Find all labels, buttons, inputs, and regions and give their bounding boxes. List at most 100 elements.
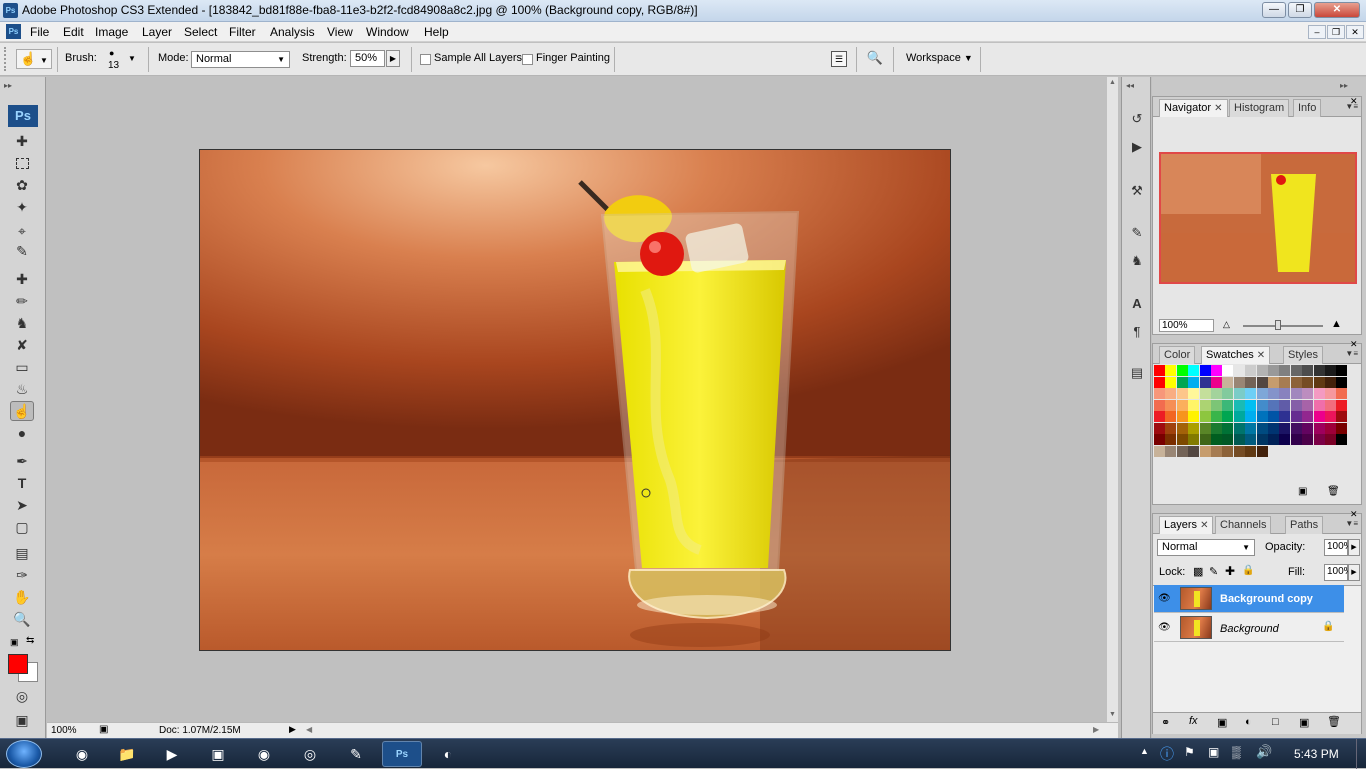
- color-swatch[interactable]: [1222, 422, 1234, 434]
- color-swatch[interactable]: [1176, 399, 1188, 411]
- fill-slider-button[interactable]: ▶: [1348, 564, 1360, 581]
- history-brush-tool-icon[interactable]: ✘: [10, 335, 34, 355]
- tool-presets-icon[interactable]: ⚒: [1127, 181, 1147, 201]
- trash-icon[interactable]: 🗑: [1327, 486, 1340, 497]
- color-swatch[interactable]: [1290, 388, 1302, 399]
- color-swatch[interactable]: [1165, 445, 1177, 457]
- color-swatch[interactable]: [1188, 445, 1200, 457]
- color-swatch[interactable]: [1279, 365, 1291, 376]
- opacity-slider-button[interactable]: ▶: [1348, 539, 1360, 556]
- color-swatch[interactable]: [1154, 399, 1165, 411]
- media-player-icon[interactable]: ▶: [152, 741, 192, 767]
- bridge-icon[interactable]: 🔍: [864, 50, 886, 68]
- character-icon[interactable]: A: [1127, 293, 1147, 313]
- blend-mode-select[interactable]: Normal ▼: [1157, 539, 1255, 556]
- finger-painting-checkbox[interactable]: [522, 54, 533, 65]
- color-swatch[interactable]: [1290, 376, 1302, 388]
- color-swatch[interactable]: [1188, 434, 1200, 445]
- color-swatch[interactable]: [1222, 399, 1234, 411]
- tab-channels[interactable]: Channels: [1215, 516, 1272, 534]
- zoom-slider-thumb[interactable]: [1275, 320, 1281, 330]
- color-swatch[interactable]: [1165, 422, 1177, 434]
- color-swatch[interactable]: [1176, 376, 1188, 388]
- color-swatch[interactable]: [1313, 399, 1325, 411]
- menu-edit[interactable]: Edit: [63, 25, 84, 39]
- scroll-left-icon[interactable]: ◀: [306, 725, 312, 734]
- color-swatch[interactable]: [1233, 376, 1245, 388]
- rectangle-tool-icon[interactable]: ▢: [10, 517, 34, 537]
- eyedropper-tool-icon[interactable]: ✑: [10, 565, 34, 585]
- lock-image-icon[interactable]: ✎: [1209, 565, 1218, 578]
- eraser-tool-icon[interactable]: ▭: [10, 357, 34, 377]
- scroll-right-icon[interactable]: ▶: [1093, 725, 1099, 734]
- document-image[interactable]: [199, 149, 951, 651]
- color-swatch[interactable]: [1336, 422, 1348, 434]
- color-swatch[interactable]: [1199, 411, 1211, 422]
- color-swatch[interactable]: [1211, 388, 1222, 399]
- color-swatch[interactable]: [1199, 422, 1211, 434]
- strength-input[interactable]: 50%: [350, 50, 385, 67]
- color-swatch[interactable]: [1313, 365, 1325, 376]
- color-swatch[interactable]: [1154, 434, 1165, 445]
- status-icon[interactable]: ▣: [99, 724, 108, 735]
- color-swatch[interactable]: [1222, 365, 1234, 376]
- layer-style-icon[interactable]: fx: [1189, 715, 1198, 727]
- color-swatch[interactable]: [1233, 434, 1245, 445]
- lock-position-icon[interactable]: ✚: [1225, 564, 1235, 578]
- close-icon[interactable]: ✕: [1350, 339, 1358, 350]
- color-swatch[interactable]: [1279, 411, 1291, 422]
- color-swatch[interactable]: [1290, 422, 1302, 434]
- color-swatch[interactable]: [1279, 399, 1291, 411]
- menu-window[interactable]: Window: [366, 25, 409, 39]
- panel-menu-icon[interactable]: ▼≡: [1345, 349, 1358, 358]
- color-swatch[interactable]: [1268, 376, 1279, 388]
- options-grip[interactable]: [4, 47, 10, 71]
- layer-row-background[interactable]: 👁 Background 🔒: [1154, 614, 1344, 642]
- clone-source-icon[interactable]: ♞: [1127, 251, 1147, 271]
- color-swatch[interactable]: [1154, 376, 1165, 388]
- zoom-in-icon[interactable]: ▲: [1331, 318, 1342, 330]
- color-swatch[interactable]: [1188, 399, 1200, 411]
- adjustment-layer-icon[interactable]: ◐: [1245, 716, 1252, 728]
- color-swatch[interactable]: [1233, 445, 1245, 457]
- zoom-tool-icon[interactable]: 🔍: [10, 609, 34, 629]
- path-selection-tool-icon[interactable]: ➤: [10, 495, 34, 515]
- color-swatch[interactable]: [1256, 399, 1268, 411]
- color-swatch[interactable]: [1268, 434, 1279, 445]
- color-swatch[interactable]: [1199, 388, 1211, 399]
- color-swatch[interactable]: [1245, 411, 1257, 422]
- color-swatch[interactable]: [1199, 434, 1211, 445]
- firefox-icon[interactable]: ◉: [244, 741, 284, 767]
- color-swatch[interactable]: [1336, 376, 1348, 388]
- new-group-icon[interactable]: □: [1272, 716, 1279, 728]
- lock-all-icon[interactable]: 🔒: [1242, 565, 1254, 576]
- color-swatch[interactable]: [1279, 422, 1291, 434]
- menu-image[interactable]: Image: [95, 25, 128, 39]
- color-swatch[interactable]: [1176, 365, 1188, 376]
- magic-wand-tool-icon[interactable]: ✦: [10, 197, 34, 217]
- menu-layer[interactable]: Layer: [142, 25, 172, 39]
- color-swatch[interactable]: [1290, 399, 1302, 411]
- fill-input[interactable]: 100%: [1324, 564, 1353, 581]
- network-icon[interactable]: ▒: [1232, 745, 1241, 759]
- color-swatch[interactable]: [1313, 434, 1325, 445]
- clock[interactable]: 5:43 PM: [1294, 747, 1339, 761]
- color-swatch[interactable]: [1165, 399, 1177, 411]
- menu-view[interactable]: View: [327, 25, 353, 39]
- color-swatch[interactable]: [1211, 445, 1222, 457]
- navigator-thumbnail[interactable]: [1159, 152, 1357, 284]
- color-swatch[interactable]: [1245, 365, 1257, 376]
- smudge-tool-icon[interactable]: ☝: [10, 401, 34, 421]
- hand-tool-icon[interactable]: ✋: [10, 587, 34, 607]
- color-swatch[interactable]: [1313, 388, 1325, 399]
- layer-row-background-copy[interactable]: 👁 Background copy: [1154, 585, 1344, 613]
- minimize-button[interactable]: —: [1262, 2, 1286, 18]
- color-swatch[interactable]: [1211, 434, 1222, 445]
- brushes-icon[interactable]: ✎: [1127, 223, 1147, 243]
- color-swatch[interactable]: [1176, 445, 1188, 457]
- device-icon[interactable]: ▣: [1208, 745, 1219, 759]
- color-swatch[interactable]: [1154, 445, 1165, 457]
- tab-navigator[interactable]: Navigator ✕: [1159, 99, 1228, 117]
- color-swatch[interactable]: [1176, 411, 1188, 422]
- close-icon[interactable]: ✕: [1200, 520, 1208, 531]
